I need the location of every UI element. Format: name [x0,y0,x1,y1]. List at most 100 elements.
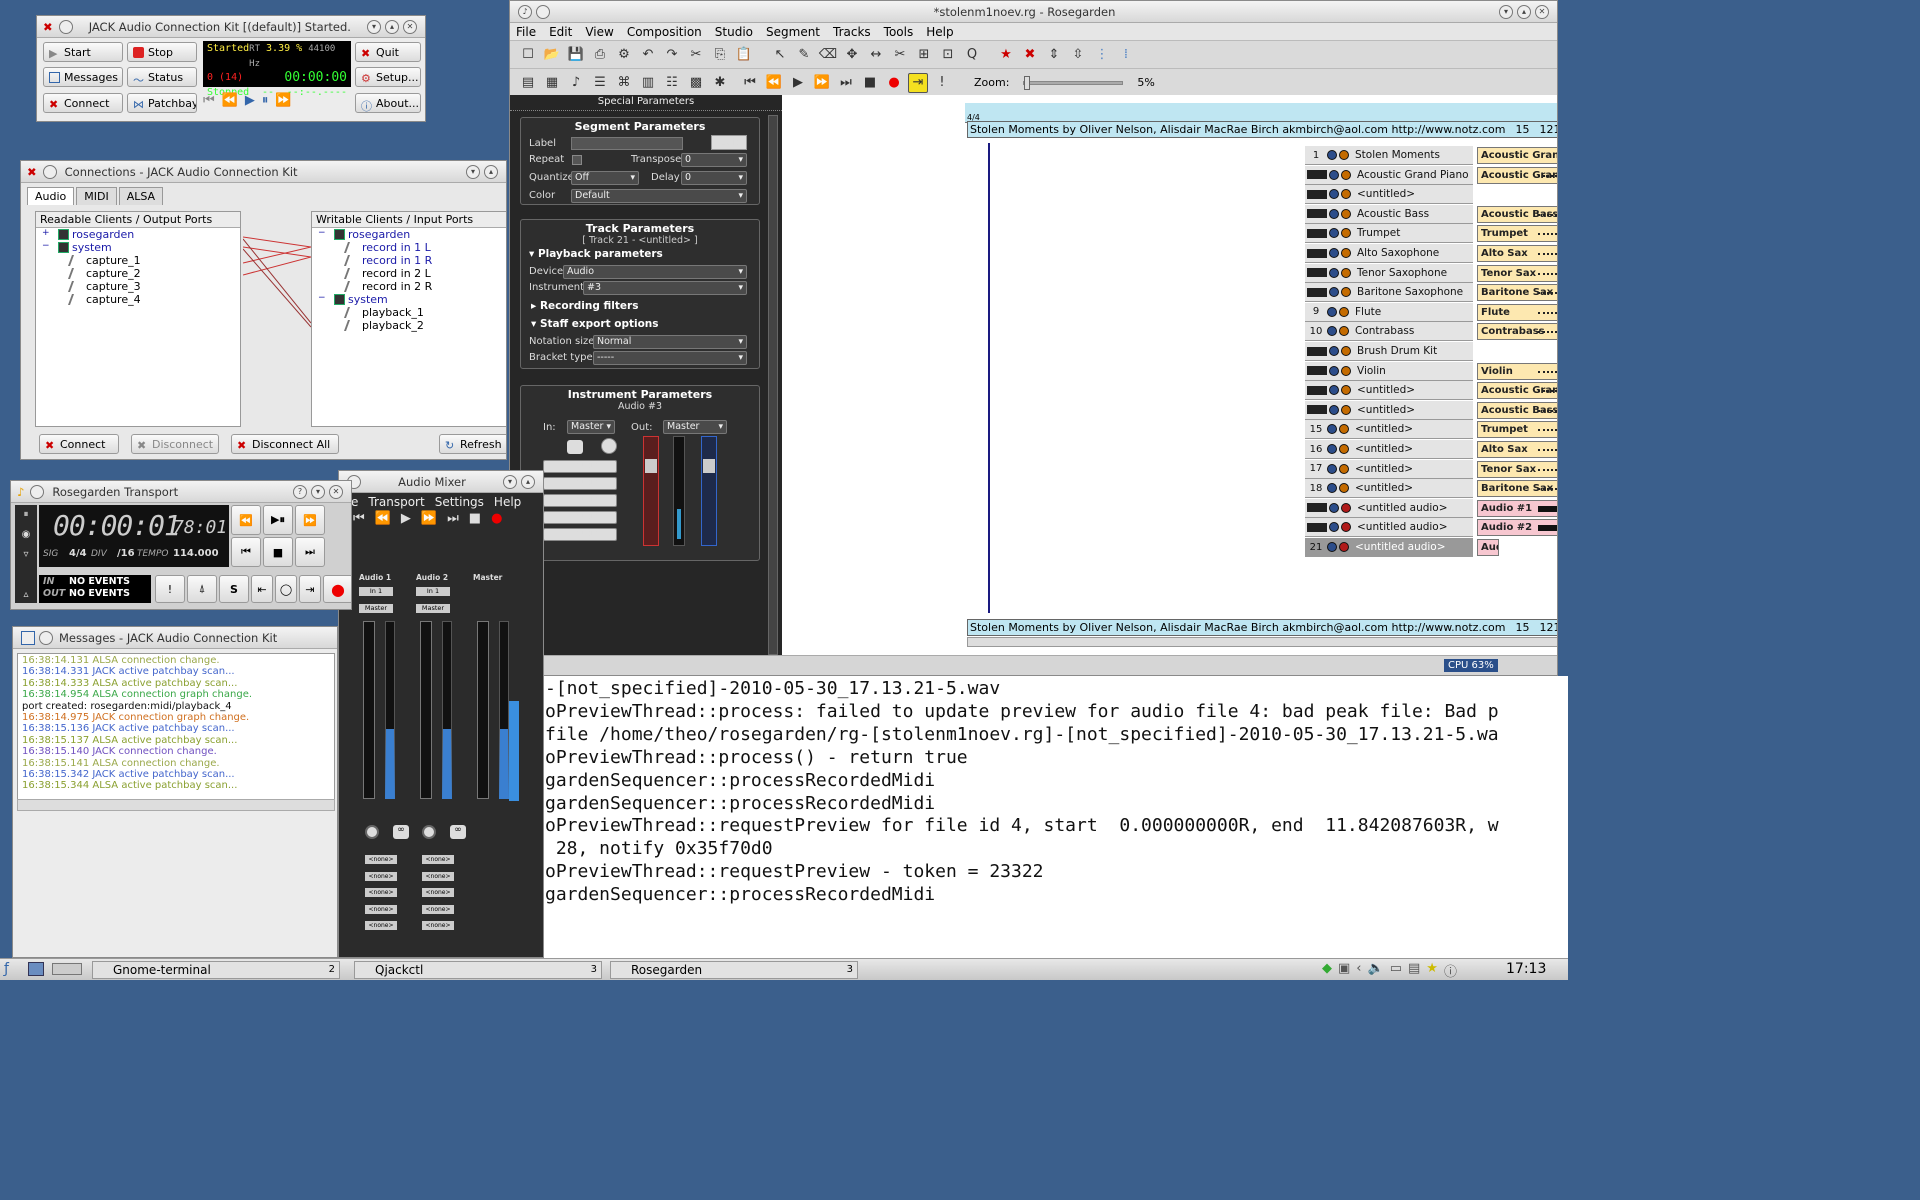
record-led-icon[interactable] [1341,169,1351,180]
menu-file[interactable]: File [516,25,536,39]
plugin-slot-button[interactable]: <none> [422,855,454,864]
rewind-icon[interactable]: ⏪ [222,93,238,108]
mute-led-icon[interactable] [1329,385,1339,396]
in-select[interactable]: Master [567,420,615,434]
quantize-select[interactable]: Off [571,171,639,185]
terminal-icon[interactable]: ▣ [1338,961,1350,980]
select-tool-icon[interactable]: ↖ [770,45,790,65]
menu-segment[interactable]: Segment [766,25,820,39]
menu-help[interactable]: Help [926,25,953,39]
playback-pointer[interactable] [988,143,990,613]
record-icon[interactable]: ● [491,511,502,533]
menu-tools[interactable]: Tools [884,25,914,39]
midi-segment[interactable]: Acoustic Bass [1477,401,1557,419]
files-icon[interactable]: ▭ [1390,961,1402,980]
maximize-icon[interactable]: ▴ [521,474,535,489]
fader-in[interactable] [643,436,659,546]
close-icon[interactable]: ✕ [329,484,343,499]
midi-segment[interactable]: Acoustic Bass [1477,205,1557,223]
fast-forward-icon[interactable]: ⏩ [275,93,291,108]
mute-led-icon[interactable] [1327,463,1337,474]
pan-knob[interactable] [365,825,379,839]
mute-led-icon[interactable] [1329,169,1339,180]
strip-output-button[interactable]: Master [416,604,450,613]
matrix-editor-icon[interactable]: ▤ [518,73,538,93]
mute-icon[interactable]: ⋮ [1092,45,1112,65]
track-header[interactable]: Trumpet [1305,224,1473,244]
strip-input-button[interactable]: In 1 [359,587,393,596]
mute-led-icon[interactable] [1329,228,1339,239]
midi-mixer-icon[interactable]: ▩ [686,73,706,93]
track-header[interactable]: 9 Flute [1305,302,1473,322]
minimize-icon[interactable]: ▾ [466,164,480,179]
track-header[interactable]: 10 Contrabass [1305,322,1473,342]
tree-item[interactable]: − system [312,293,506,306]
mute-led-icon[interactable] [1327,306,1337,317]
plugin-slot-button[interactable]: <none> [365,921,397,930]
menu-icon[interactable] [58,19,73,34]
print-icon[interactable]: ⎙ [590,45,610,65]
rewind-icon[interactable]: ⏪ [375,511,391,533]
repeat-checkbox[interactable] [572,155,582,165]
export-icon[interactable]: ⚙ [614,45,634,65]
record-icon[interactable]: ● [884,73,904,93]
volume-icon[interactable]: 🔈 [1368,961,1384,980]
pan-knob[interactable] [422,825,436,839]
event-list-icon[interactable]: ☰ [590,73,610,93]
mute-led-icon[interactable] [1329,208,1339,219]
record-led-icon[interactable] [1339,444,1349,454]
midi-segment[interactable]: Flute [1477,303,1557,321]
rewind-icon[interactable]: ⏪ [231,505,261,535]
taskbar-item[interactable]: Rosegarden 3 [610,961,858,979]
midi-segment[interactable]: Alto Sax [1477,245,1557,262]
midi-segment[interactable]: Tenor Sax [1477,264,1557,282]
track-header[interactable]: Tenor Saxophone [1305,263,1473,283]
track-header[interactable]: Acoustic Grand Piano [1305,165,1473,185]
taskbar-item[interactable]: Gnome-terminal 2 [92,961,340,979]
mute-led-icon[interactable] [1327,444,1337,454]
ffwd-end-icon[interactable]: ⏭ [836,73,856,93]
track-header[interactable]: 21 <untitled audio> [1305,538,1473,557]
track-header[interactable]: Baritone Saxophone [1305,283,1473,303]
connect-ports-button[interactable]: ✖ Connect [39,434,119,454]
draw-tool-icon[interactable]: ✎ [794,45,814,65]
messages-scrollbar[interactable] [17,799,335,811]
record-led-icon[interactable] [1339,483,1349,494]
fader-out[interactable] [701,436,717,546]
delay-select[interactable]: 0 [681,171,747,185]
midi-segment[interactable]: Baritone Sax [1477,284,1557,302]
refresh-button[interactable]: ↻ Refresh [439,434,506,454]
track-header[interactable]: <untitled audio> [1305,498,1473,518]
tree-item[interactable]: record in 1 L [312,241,506,254]
mute-led-icon[interactable] [1329,522,1339,533]
plugin-slot-button[interactable]: <none> [365,888,397,897]
pan-knob[interactable] [601,438,617,454]
tab-audio[interactable]: Audio [27,187,75,205]
mute-led-icon[interactable] [1327,424,1337,435]
fast-forward-icon[interactable]: ⏩ [812,73,832,93]
record-led-icon[interactable] [1341,522,1351,533]
solo-icon[interactable]: ⁞ [1116,45,1136,65]
join-tool-icon[interactable]: ⊞ [914,45,934,65]
disconnect-button[interactable]: ✖ Disconnect [131,434,219,454]
stop-icon[interactable]: ■ [469,511,481,533]
mute-led-icon[interactable] [1329,346,1339,356]
mute-led-icon[interactable] [1327,326,1337,337]
instrument-select[interactable]: #3 [583,281,747,295]
track-header[interactable]: <untitled audio> [1305,518,1473,538]
erase-tool-icon[interactable]: ⌫ [818,45,838,65]
stereo-icon[interactable]: ∞ [450,825,466,839]
panic-icon[interactable]: ! [932,73,952,93]
about-button[interactable]: ⓘ About... [355,93,421,113]
fedora-menu-icon[interactable]: ƒ [4,961,9,977]
track-header[interactable]: <untitled> [1305,400,1473,420]
rewind-start-icon[interactable]: ⏮ [203,93,215,108]
close-icon[interactable]: ✕ [1535,4,1549,19]
mute-led-icon[interactable] [1329,248,1339,258]
disconnect-all-button[interactable]: ✖ Disconnect All [231,434,339,454]
record-icon[interactable]: ● [323,575,351,603]
setup-button[interactable]: ⚙ Setup... [355,67,421,87]
move-track-up-icon[interactable]: ⇕ [1044,45,1064,65]
expand-icon[interactable]: − [318,228,326,238]
readable-header[interactable]: Readable Clients / Output Ports [36,212,240,228]
